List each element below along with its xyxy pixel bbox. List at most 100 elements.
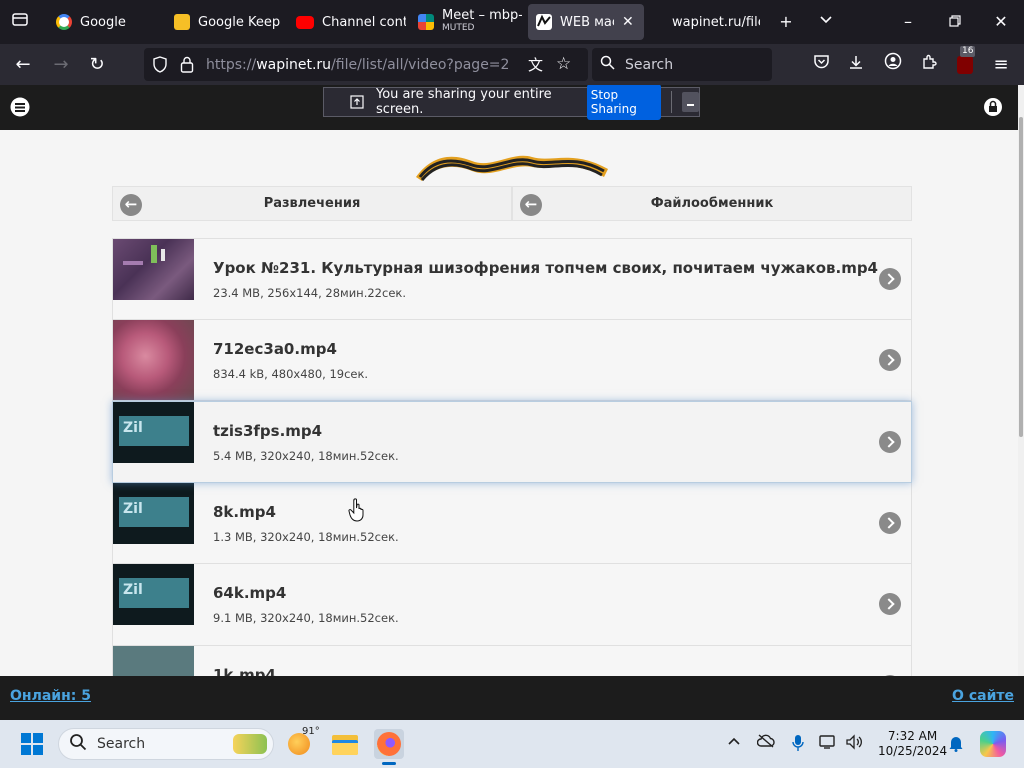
tab-google[interactable]: Google	[48, 4, 166, 40]
show-hidden-icons-chevron-icon[interactable]	[724, 734, 744, 754]
minimize-window-icon[interactable]: –	[896, 10, 920, 34]
file-explorer-icon[interactable]	[330, 729, 360, 759]
chevron-right-icon[interactable]	[879, 348, 901, 371]
file-name: tzis3fps.mp4	[213, 422, 323, 440]
nav-link-file-exchange[interactable]: Файлообменник	[512, 186, 912, 221]
weather-temperature: 91°	[302, 726, 320, 737]
tab-google-keep[interactable]: Google Keep	[166, 4, 286, 40]
video-thumbnail	[113, 319, 194, 400]
pocket-icon[interactable]	[808, 52, 834, 78]
close-tab-icon[interactable]: ✕	[622, 14, 634, 30]
translate-icon[interactable]: 文	[528, 54, 543, 75]
network-display-icon[interactable]	[818, 734, 838, 754]
tab-web-master[interactable]: WEB мастер ✕	[528, 4, 644, 40]
chevron-right-icon[interactable]	[879, 593, 901, 615]
windows-start-icon[interactable]	[20, 732, 44, 756]
back-arrow-icon	[120, 194, 142, 216]
divider	[670, 91, 672, 113]
video-thumbnail: Zil	[113, 564, 194, 625]
navigation-toolbar: ← → ↻ https://wapinet.ru/file/list/all/v…	[0, 44, 1024, 85]
file-row[interactable]: Урок №231. Культурная шизофрения топчем …	[112, 238, 912, 320]
section-navigation: Развлечения Файлообменник	[112, 186, 912, 221]
file-row[interactable]: 1k.mp4	[112, 645, 912, 677]
close-window-icon[interactable]: ✕	[989, 10, 1013, 34]
tab-wapinet-file[interactable]: wapinet.ru/file	[656, 4, 760, 40]
account-icon[interactable]	[880, 52, 906, 78]
file-row[interactable]: Zil 64k.mp4 9.1 MB, 320x240, 18мин.52сек…	[112, 564, 912, 646]
file-meta: 834.4 kB, 480x480, 19сек.	[213, 366, 369, 381]
restore-window-icon[interactable]	[943, 10, 967, 34]
chevron-right-icon[interactable]	[879, 511, 901, 534]
back-arrow-icon	[520, 194, 542, 216]
bookmark-star-icon[interactable]: ☆	[556, 54, 571, 74]
wapinet-icon	[536, 14, 552, 30]
tab-label: Google	[80, 14, 126, 30]
google-icon	[56, 14, 72, 30]
video-thumbnail	[113, 645, 194, 676]
notifications-bell-icon[interactable]	[946, 734, 966, 754]
site-footer: Онлайн: 5 О сайте	[0, 676, 1024, 720]
tab-meet[interactable]: Meet – mbp-bMUTED	[410, 4, 522, 40]
search-icon	[69, 733, 87, 755]
keep-icon	[174, 14, 190, 30]
padlock-icon[interactable]	[180, 56, 194, 77]
clock-date: 10/25/2024	[878, 744, 948, 758]
file-meta: 5.4 MB, 320x240, 18мин.52сек.	[213, 449, 399, 463]
about-site-link[interactable]: О сайте	[952, 688, 1014, 704]
new-tab-icon[interactable]: +	[774, 10, 798, 34]
back-icon[interactable]: ←	[10, 52, 36, 78]
shield-icon[interactable]	[152, 56, 168, 77]
reload-icon[interactable]: ↻	[84, 52, 110, 78]
chevron-right-icon[interactable]	[879, 268, 901, 290]
clock-time: 7:32 AM	[887, 729, 938, 743]
cloud-offline-icon[interactable]	[756, 734, 776, 754]
file-row[interactable]: Zil 8k.mp4 1.3 MB, 320x240, 18мин.52сек.	[112, 482, 912, 564]
stop-sharing-button[interactable]: Stop Sharing	[586, 85, 661, 120]
file-meta: 1.3 MB, 320x240, 18мин.52сек.	[213, 529, 399, 544]
app-menu-icon[interactable]: ≡	[988, 52, 1014, 78]
online-count-link[interactable]: Онлайн: 5	[10, 688, 91, 704]
weather-icon[interactable]: 91°	[286, 726, 320, 759]
list-all-tabs-icon[interactable]	[814, 10, 838, 34]
youtube-icon	[296, 15, 314, 29]
login-lock-icon[interactable]	[984, 97, 1002, 117]
file-row[interactable]: 712ec3a0.mp4 834.4 kB, 480x480, 19сек.	[112, 319, 912, 401]
microphone-icon[interactable]	[788, 734, 808, 754]
hand-cursor-icon	[348, 498, 366, 522]
minimize-sharing-bar-button[interactable]	[681, 92, 699, 112]
scrollbar-thumb[interactable]	[1019, 117, 1023, 437]
file-name: Урок №231. Культурная шизофрения топчем …	[213, 259, 878, 277]
windows-taskbar: Search 91° 7:32 AM 10/25/2024	[0, 720, 1024, 768]
file-name: 712ec3a0.mp4	[213, 339, 337, 358]
tab-label: Google Keep	[198, 14, 281, 30]
ublock-icon[interactable]: 16	[952, 46, 978, 78]
nav-link-entertainment[interactable]: Развлечения	[112, 186, 512, 221]
system-clock[interactable]: 7:32 AM 10/25/2024	[878, 729, 947, 759]
st-george-ribbon-logo	[412, 147, 612, 183]
search-icon	[600, 55, 615, 74]
screen-sharing-bar: You are sharing your entire screen. Stop…	[323, 85, 700, 120]
taskbar-search[interactable]: Search	[58, 728, 274, 760]
file-name: 1k.mp4	[213, 665, 276, 677]
volume-icon[interactable]	[844, 734, 864, 754]
file-row[interactable]: Zil tzis3fps.mp4 5.4 MB, 320x240, 18мин.…	[112, 401, 912, 483]
search-bar[interactable]: Search	[592, 48, 772, 81]
address-bar[interactable]: https://wapinet.ru/file/list/all/video?p…	[144, 48, 588, 81]
video-thumbnail	[113, 239, 194, 300]
tab-channel-content[interactable]: Channel conte	[288, 4, 406, 40]
video-file-list: Урок №231. Культурная шизофрения топчем …	[112, 238, 912, 676]
hamburger-menu-icon[interactable]	[10, 97, 30, 117]
tab-overview-icon[interactable]	[8, 10, 32, 34]
copilot-icon[interactable]	[980, 731, 1006, 757]
search-placeholder: Search	[625, 56, 674, 73]
chevron-right-icon[interactable]	[879, 431, 901, 453]
screen-share-icon	[350, 95, 364, 109]
file-meta: 9.1 MB, 320x240, 18мин.52сек.	[213, 611, 399, 625]
downloads-icon[interactable]	[843, 52, 869, 78]
nav-label: Файлообменник	[650, 196, 774, 211]
extensions-icon[interactable]	[916, 52, 942, 78]
page-scrollbar[interactable]	[1018, 85, 1024, 676]
extension-badge: 16	[960, 46, 976, 57]
video-thumbnail: Zil	[113, 482, 194, 544]
firefox-icon[interactable]	[374, 729, 404, 765]
